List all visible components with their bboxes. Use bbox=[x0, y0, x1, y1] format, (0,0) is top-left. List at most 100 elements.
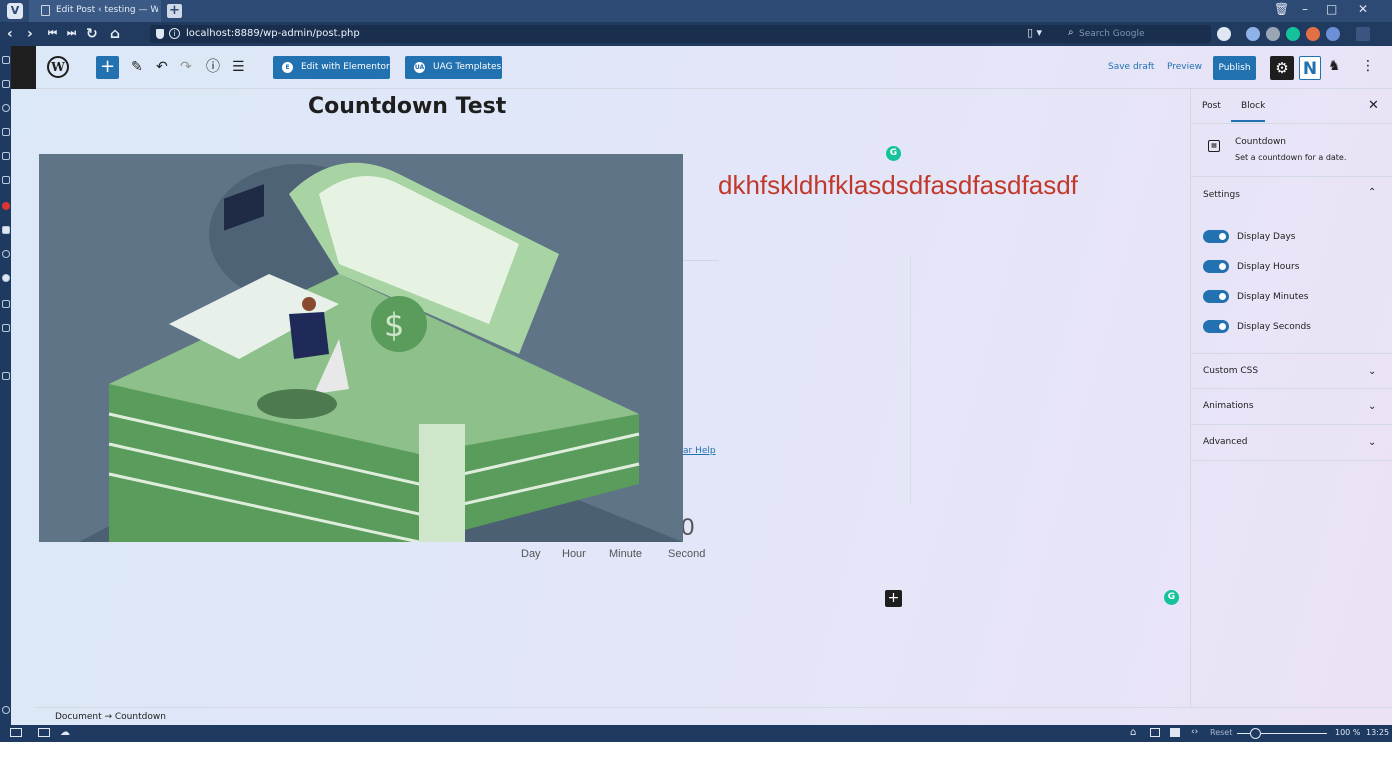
panel-custom-css[interactable]: Custom CSS bbox=[1203, 366, 1258, 376]
breadcrumb[interactable]: Document → Countdown bbox=[55, 712, 166, 722]
tab-title: Edit Post ‹ testing — Word bbox=[56, 5, 158, 15]
wordpress-logo-icon[interactable]: W bbox=[47, 56, 69, 78]
image-icon[interactable] bbox=[1170, 728, 1180, 737]
paragraph-red-text[interactable]: dkhfskldhfklasdsdfasdfasdfasdf bbox=[718, 170, 1078, 201]
uag-templates-button[interactable]: UA UAG Templates bbox=[405, 56, 502, 79]
loading-icon[interactable] bbox=[2, 250, 10, 258]
add-panel-icon[interactable] bbox=[2, 372, 10, 380]
vivaldi-icon[interactable] bbox=[2, 202, 10, 210]
settings-gear-icon[interactable]: ⚙ bbox=[1270, 56, 1294, 80]
panel-animations[interactable]: Animations bbox=[1203, 401, 1254, 411]
file-icon[interactable] bbox=[2, 300, 10, 308]
grammarly-badge-icon[interactable]: G bbox=[886, 146, 901, 161]
outline-icon[interactable]: ☰ bbox=[232, 58, 245, 76]
extension-icon[interactable] bbox=[1246, 27, 1260, 41]
countdown-block-icon: ▦ bbox=[1208, 140, 1220, 152]
append-block-button[interactable]: + bbox=[885, 590, 902, 607]
toggle-label: Display Seconds bbox=[1237, 322, 1311, 332]
redo-icon[interactable]: ↷ bbox=[180, 58, 192, 76]
maximize-button[interactable]: □ bbox=[1326, 2, 1337, 16]
add-block-button[interactable]: + bbox=[96, 56, 119, 79]
close-window-button[interactable]: ✕ bbox=[1358, 2, 1368, 16]
vivaldi-logo-icon[interactable]: V bbox=[7, 3, 23, 19]
bookmark-icon[interactable]: ▯ ▾ bbox=[1027, 26, 1042, 39]
grammarly-badge-icon[interactable]: G bbox=[1164, 590, 1179, 605]
active-tab-indicator bbox=[1231, 120, 1265, 122]
panel-toggle-icon[interactable] bbox=[1356, 27, 1370, 41]
grammarly-icon[interactable] bbox=[1286, 27, 1300, 41]
close-sidebar-icon[interactable]: ✕ bbox=[1368, 98, 1379, 113]
panel-toggle-icon[interactable] bbox=[10, 728, 22, 737]
address-bar: ‹ › ⏮ ⏭ ↻ ⌂ i localhost:8889/wp-admin/po… bbox=[0, 22, 1392, 46]
minimize-button[interactable]: – bbox=[1302, 2, 1308, 16]
extension-icon[interactable] bbox=[1266, 27, 1280, 41]
divider bbox=[1191, 176, 1392, 177]
publish-button[interactable]: Publish bbox=[1213, 56, 1256, 80]
cloud-icon[interactable]: ☁ bbox=[60, 727, 70, 738]
settings-icon[interactable] bbox=[2, 706, 10, 714]
chevron-down-icon[interactable]: ⌄ bbox=[1368, 401, 1376, 412]
reload-icon[interactable]: ↻ bbox=[86, 25, 98, 43]
editor-toolbar: + ✎ ↶ ↷ ⓘ ☰ E Edit with Elementor UA UAG… bbox=[36, 46, 1392, 89]
search-field[interactable]: ⌕ bbox=[1063, 25, 1211, 43]
tile-icon[interactable] bbox=[38, 728, 50, 737]
browser-tab[interactable]: Edit Post ‹ testing — Word bbox=[29, 0, 161, 22]
rewind-icon[interactable]: ⏮ bbox=[48, 25, 57, 43]
code-icon[interactable]: ‹› bbox=[1191, 727, 1198, 737]
zoom-level: 100 % bbox=[1335, 728, 1361, 737]
window-icon[interactable] bbox=[1150, 728, 1160, 737]
history-icon[interactable] bbox=[2, 104, 10, 112]
lock-icon[interactable] bbox=[2, 324, 10, 332]
chevron-down-icon[interactable]: ⌄ bbox=[1368, 366, 1376, 377]
divider bbox=[1191, 424, 1392, 425]
grammarly-icon[interactable] bbox=[2, 274, 10, 282]
details-icon[interactable]: ⓘ bbox=[206, 58, 220, 76]
separator-line bbox=[683, 260, 719, 261]
home-icon[interactable]: ⌂ bbox=[110, 25, 120, 43]
extension-icon[interactable] bbox=[1326, 27, 1340, 41]
panel-settings-title[interactable]: Settings bbox=[1203, 190, 1240, 200]
bookmarks-icon[interactable] bbox=[2, 56, 10, 64]
trash-icon[interactable]: 🗑 bbox=[1274, 2, 1289, 16]
toggle-display-days[interactable] bbox=[1203, 230, 1229, 243]
spy-icon[interactable]: ♞ bbox=[1328, 58, 1341, 74]
fast-forward-icon[interactable]: ⏭ bbox=[67, 25, 76, 43]
countdown-label-day: Day bbox=[521, 548, 541, 560]
preview-button[interactable]: Preview bbox=[1167, 62, 1202, 72]
info-icon[interactable]: i bbox=[169, 28, 180, 39]
toggle-display-seconds[interactable] bbox=[1203, 320, 1229, 333]
notes-icon[interactable] bbox=[2, 128, 10, 136]
calendar-icon[interactable] bbox=[2, 176, 10, 184]
save-draft-button[interactable]: Save draft bbox=[1108, 62, 1154, 72]
n-plugin-button[interactable]: N bbox=[1299, 56, 1321, 80]
zoom-slider-handle[interactable] bbox=[1250, 728, 1261, 739]
wordpress-icon[interactable] bbox=[2, 226, 10, 234]
toggle-display-hours[interactable] bbox=[1203, 260, 1229, 273]
more-options-icon[interactable]: ⋮ bbox=[1361, 58, 1375, 74]
divider bbox=[1191, 353, 1392, 354]
chevron-up-icon[interactable]: ⌃ bbox=[1368, 187, 1376, 198]
undo-icon[interactable]: ↶ bbox=[156, 58, 168, 76]
back-icon[interactable]: ‹ bbox=[7, 25, 13, 43]
forward-icon[interactable]: › bbox=[27, 25, 33, 43]
downloads-icon[interactable] bbox=[2, 80, 10, 88]
money-stack-illustration: $ bbox=[39, 154, 683, 542]
panel-advanced[interactable]: Advanced bbox=[1203, 437, 1247, 447]
toggle-icon[interactable] bbox=[2, 348, 10, 356]
help-link[interactable]: ar Help bbox=[683, 446, 716, 456]
mail-icon[interactable] bbox=[2, 152, 10, 160]
url-field[interactable]: i localhost:8889/wp-admin/post.php bbox=[150, 25, 1065, 43]
post-title[interactable]: Countdown Test bbox=[308, 94, 506, 119]
search-input[interactable] bbox=[1079, 27, 1189, 41]
tab-post[interactable]: Post bbox=[1202, 101, 1221, 111]
status-icon[interactable]: ⌂ bbox=[1130, 727, 1136, 738]
tab-block[interactable]: Block bbox=[1241, 101, 1265, 111]
toggle-display-minutes[interactable] bbox=[1203, 290, 1229, 303]
chevron-down-icon[interactable]: ⌄ bbox=[1368, 437, 1376, 448]
edit-icon[interactable]: ✎ bbox=[131, 58, 143, 76]
profile-icon[interactable] bbox=[1217, 27, 1231, 41]
extension-icon[interactable] bbox=[1306, 27, 1320, 41]
edit-with-elementor-button[interactable]: E Edit with Elementor bbox=[273, 56, 390, 79]
zoom-reset-button[interactable]: Reset bbox=[1210, 728, 1232, 737]
new-tab-button[interactable]: + bbox=[167, 4, 182, 18]
